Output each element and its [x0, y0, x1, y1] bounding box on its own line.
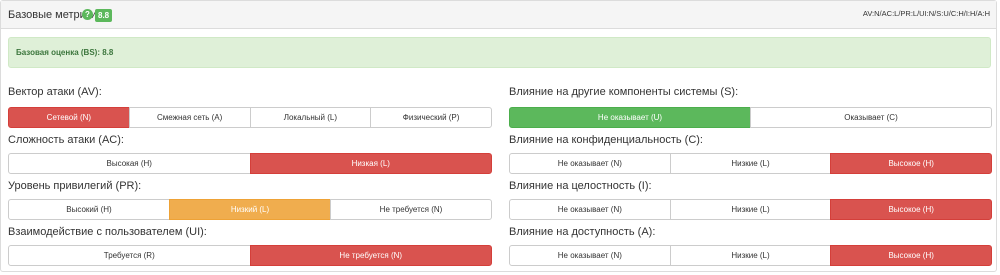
option-av-adjacent[interactable]: Смежная сеть (A)	[128, 107, 251, 128]
score-badge: 8.8	[95, 9, 113, 22]
option-pr-high[interactable]: Высокий (H)	[8, 199, 170, 220]
option-i-high[interactable]: Высокое (H)	[830, 199, 993, 220]
option-c-low[interactable]: Низкие (L)	[669, 153, 832, 174]
option-av-local[interactable]: Локальный (L)	[249, 107, 372, 128]
cvss-vector-string: AV:N/AC:L/PR:L/UI:N/S:U/C:H/I:H/A:H	[862, 9, 990, 18]
option-ac-high[interactable]: Высокая (H)	[8, 153, 251, 174]
option-i-low[interactable]: Низкие (L)	[669, 199, 832, 220]
base-metrics-panel: Базовые метрики ? 8.8 AV:N/AC:L/PR:L/UI:…	[0, 0, 997, 272]
option-c-none[interactable]: Не оказывает (N)	[509, 153, 671, 174]
metric-label-pr: Уровень привилегий (PR):	[8, 180, 142, 192]
button-group-c: Не оказывает (N) Низкие (L) Высокое (H)	[509, 153, 993, 174]
metric-label-ui: Взаимодействие с пользователем (UI):	[8, 226, 207, 238]
option-ac-low[interactable]: Низкая (L)	[249, 153, 492, 174]
option-s-changed[interactable]: Оказывает (C)	[750, 107, 992, 128]
option-pr-none[interactable]: Не требуется (N)	[330, 199, 492, 220]
option-s-unchanged[interactable]: Не оказывает (U)	[509, 107, 751, 128]
option-c-high[interactable]: Высокое (H)	[830, 153, 993, 174]
option-pr-low[interactable]: Низкий (L)	[169, 199, 331, 220]
button-group-pr: Высокий (H) Низкий (L) Не требуется (N)	[8, 199, 492, 220]
option-ui-none[interactable]: Не требуется (N)	[249, 245, 492, 266]
metric-label-i: Влияние на целостность (I):	[509, 180, 652, 192]
button-group-i: Не оказывает (N) Низкие (L) Высокое (H)	[509, 199, 993, 220]
option-a-none[interactable]: Не оказывает (N)	[509, 245, 671, 266]
option-av-physical[interactable]: Физический (P)	[370, 107, 492, 128]
button-group-ui: Требуется (R) Не требуется (N)	[8, 245, 492, 266]
button-group-a: Не оказывает (N) Низкие (L) Высокое (H)	[509, 245, 993, 266]
option-a-high[interactable]: Высокое (H)	[830, 245, 993, 266]
option-av-network[interactable]: Сетевой (N)	[8, 107, 130, 128]
panel-header: Базовые метрики ? 8.8 AV:N/AC:L/PR:L/UI:…	[1, 1, 996, 29]
button-group-ac: Высокая (H) Низкая (L)	[8, 153, 492, 174]
metric-label-a: Влияние на доступность (A):	[509, 226, 656, 238]
button-group-s: Не оказывает (U) Оказывает (C)	[509, 107, 992, 128]
metric-label-s: Влияние на другие компоненты системы (S)…	[509, 86, 739, 98]
help-icon[interactable]: ?	[82, 9, 93, 20]
option-a-low[interactable]: Низкие (L)	[669, 245, 832, 266]
metric-label-ac: Сложность атаки (AC):	[8, 134, 124, 146]
metric-label-av: Вектор атаки (AV):	[8, 86, 102, 98]
button-group-av: Сетевой (N) Смежная сеть (A) Локальный (…	[8, 107, 492, 128]
base-score-alert: Базовая оценка (BS): 8.8	[8, 37, 991, 68]
option-ui-required[interactable]: Требуется (R)	[8, 245, 251, 266]
option-i-none[interactable]: Не оказывает (N)	[509, 199, 671, 220]
metric-label-c: Влияние на конфиденциальность (C):	[509, 134, 703, 146]
